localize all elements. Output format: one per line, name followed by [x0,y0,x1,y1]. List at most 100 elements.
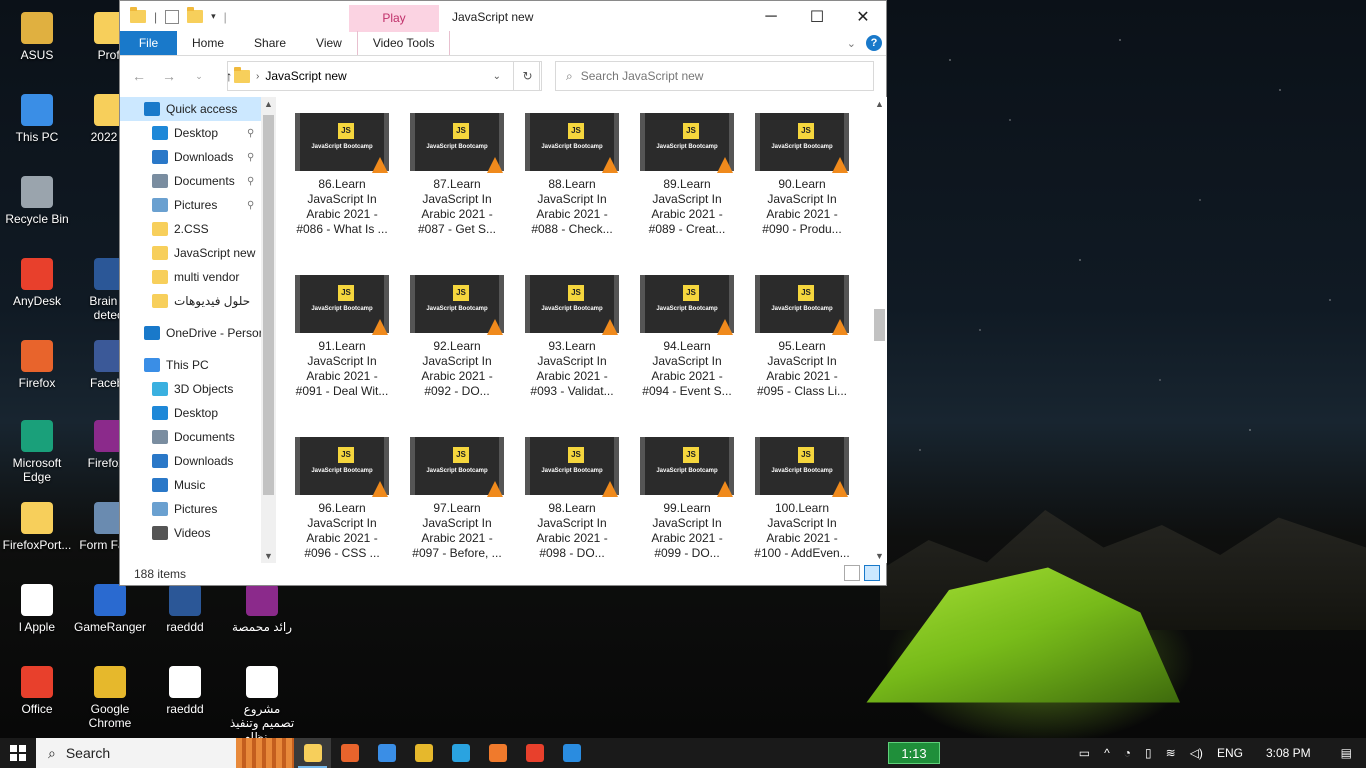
close-button[interactable]: ✕ [840,1,886,32]
nav-scrollbar-thumb[interactable] [263,115,274,495]
desktop-icon-item[interactable]: مشروع تصميم وتنفيذ نظام ... [226,666,298,744]
video-file-item[interactable]: JS JavaScript Bootcamp 100.Learn JavaScript… [750,437,854,561]
scroll-down-icon[interactable]: ▼ [875,551,884,561]
tab-share[interactable]: Share [239,31,301,55]
desktop-icon-item[interactable]: Office [1,666,73,716]
nav-item[interactable]: Documents [120,425,261,449]
nav-item[interactable]: Desktop ⚲ [120,121,261,145]
nav-item[interactable]: Desktop [120,401,261,425]
details-view-button[interactable] [844,565,860,581]
nav-item[interactable]: This PC [120,353,261,377]
taskbar-app-button[interactable] [331,738,368,768]
chevron-down-icon[interactable]: ⌄ [493,71,501,82]
notifications-icon[interactable]: ▤ [1327,746,1366,760]
desktop-icon-item[interactable]: This PC [1,94,73,144]
video-file-item[interactable]: JS JavaScript Bootcamp 91.Learn JavaScript … [290,275,394,399]
desktop-icon-item[interactable]: raeddd [149,666,221,716]
taskbar-app-button[interactable] [442,738,479,768]
display-icon[interactable]: ▭ [1072,746,1097,760]
address-bar[interactable]: › JavaScript new ⌄ [227,61,540,91]
desktop-icon-item[interactable]: Google Chrome [74,666,146,730]
recent-locations-icon[interactable]: ⌄ [188,71,210,82]
folder-icon[interactable] [130,7,146,23]
language-indicator[interactable]: ENG [1210,746,1250,760]
nav-item[interactable]: Music [120,473,261,497]
nav-item[interactable]: 3D Objects [120,377,261,401]
search-input[interactable]: ⌕ Search JavaScript new [555,61,874,91]
nav-item[interactable]: Videos [120,521,261,545]
video-file-item[interactable]: JS JavaScript Bootcamp 99.Learn JavaScript … [635,437,739,561]
desktop-icon-item[interactable]: AnyDesk [1,258,73,308]
taskbar-app-button[interactable] [553,738,590,768]
video-file-item[interactable]: JS JavaScript Bootcamp 90.Learn JavaScript … [750,113,854,237]
video-file-item[interactable]: JS JavaScript Bootcamp 95.Learn JavaScript … [750,275,854,399]
video-file-item[interactable]: JS JavaScript Bootcamp 86.Learn JavaScript … [290,113,394,237]
video-file-item[interactable]: JS JavaScript Bootcamp 89.Learn JavaScript … [635,113,739,237]
desktop-icon-item[interactable]: raeddd [149,584,221,634]
files-scrollbar[interactable]: ▲ ▼ [872,97,887,563]
taskbar-app-button[interactable] [294,738,331,768]
nav-item[interactable]: حلول فيديوهات [120,289,261,313]
new-folder-icon[interactable] [187,7,204,23]
tab-home[interactable]: Home [177,31,239,55]
properties-icon[interactable]: | [154,10,157,24]
tab-view[interactable]: View [301,31,357,55]
chevron-up-icon[interactable]: ^ [1097,746,1117,760]
nav-item[interactable]: Quick access [120,97,261,121]
context-tab-play[interactable]: Play [349,5,439,32]
video-file-item[interactable]: JS JavaScript Bootcamp 93.Learn JavaScript … [520,275,624,399]
video-file-item[interactable]: JS JavaScript Bootcamp 98.Learn JavaScript … [520,437,624,561]
address-text[interactable]: JavaScript new [265,69,346,83]
nav-item[interactable]: Pictures ⚲ [120,193,261,217]
maximize-button[interactable]: ☐ [794,1,840,32]
nav-item[interactable]: Documents ⚲ [120,169,261,193]
start-button[interactable] [0,738,36,768]
back-arrow-icon[interactable]: ← [128,68,150,84]
network-icon[interactable]: ◔ [1117,746,1138,760]
forward-arrow-icon[interactable]: → [158,68,180,84]
scroll-up-icon[interactable]: ▲ [264,99,273,109]
battery-icon[interactable]: ▯ [1138,746,1159,760]
desktop-icon-item[interactable]: Firefox [1,340,73,390]
video-file-item[interactable]: JS JavaScript Bootcamp 96.Learn JavaScript … [290,437,394,561]
nav-item[interactable]: JavaScript new [120,241,261,265]
nav-scrollbar[interactable]: ▲ ▼ [261,97,276,563]
video-file-item[interactable]: JS JavaScript Bootcamp 92.Learn JavaScript … [405,275,509,399]
help-icon[interactable]: ? [866,35,882,51]
large-icons-view-button[interactable] [864,565,880,581]
volume-icon[interactable]: ◁) [1183,746,1210,760]
customize-dropdown-icon[interactable]: ▾ [211,11,216,22]
minimize-button[interactable]: ─ [748,1,794,32]
nav-item[interactable]: Pictures [120,497,261,521]
desktop-icon-item[interactable]: ASUS [1,12,73,62]
video-file-item[interactable]: JS JavaScript Bootcamp 94.Learn JavaScript … [635,275,739,399]
desktop-icon-item[interactable]: l Apple [1,584,73,634]
desktop-icon-item[interactable]: Recycle Bin [1,176,73,226]
nav-item[interactable]: OneDrive - Persor [120,321,261,345]
video-file-item[interactable]: JS JavaScript Bootcamp 88.Learn JavaScript … [520,113,624,237]
nav-item[interactable]: Downloads [120,449,261,473]
wifi-icon[interactable]: ≋ [1159,746,1183,760]
taskbar-app-button[interactable] [368,738,405,768]
checklist-icon[interactable] [165,9,180,24]
taskbar-app-button[interactable] [405,738,442,768]
desktop-icon-item[interactable]: Microsoft Edge [1,420,73,484]
scroll-down-icon[interactable]: ▼ [264,551,273,561]
desktop-icon-item[interactable]: رائد محمصة [226,584,298,634]
desktop-icon-item[interactable]: GameRanger [74,584,146,634]
refresh-button[interactable]: ↻ [513,61,542,91]
nav-item[interactable]: 2.CSS [120,217,261,241]
desktop-icon-item[interactable]: FirefoxPort... [1,502,73,552]
taskbar-app-button[interactable] [516,738,553,768]
taskbar-search[interactable]: ⌕ Search [36,738,294,768]
taskbar-app-button[interactable] [479,738,516,768]
tab-video-tools[interactable]: Video Tools [356,31,451,55]
expand-ribbon-icon[interactable]: ⌄ [847,37,856,50]
nav-item[interactable]: Downloads ⚲ [120,145,261,169]
tab-file[interactable]: File [120,31,177,55]
nav-item[interactable]: multi vendor [120,265,261,289]
files-scrollbar-thumb[interactable] [874,309,885,341]
scroll-up-icon[interactable]: ▲ [875,99,884,109]
video-file-item[interactable]: JS JavaScript Bootcamp 87.Learn JavaScript … [405,113,509,237]
media-time-badge[interactable]: 1:13 [888,742,940,764]
